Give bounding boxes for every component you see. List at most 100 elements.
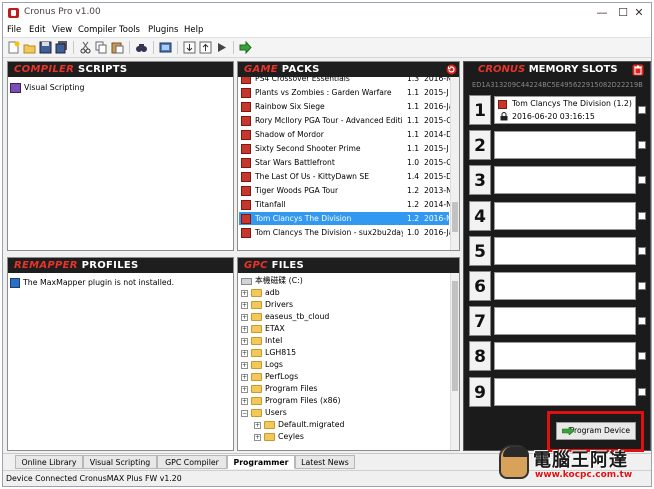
game-pack-scrollbar[interactable] [450,77,459,250]
game-pack-row[interactable]: Tom Clancys The Division - sux2bu2day Ed… [239,226,450,240]
expand-icon[interactable]: + [254,421,261,429]
expand-icon[interactable]: + [241,301,248,309]
menu-edit[interactable]: Edit [29,25,45,35]
tab-gpc-compiler[interactable]: GPC Compiler [157,455,227,469]
expand-icon[interactable]: + [241,361,248,369]
game-pack-row[interactable]: Tom Clancys The Division 1.2 2016-M [239,212,450,226]
tree-folder[interactable]: + adb [241,287,280,299]
refresh-icon[interactable] [446,64,457,75]
open-folder-icon[interactable] [23,41,36,54]
tree-folder[interactable]: + PerfLogs [241,371,298,383]
new-file-icon[interactable] [7,41,20,54]
game-pack-row[interactable]: Shadow of Mordor 1.1 2014-D [239,128,450,142]
device-icon[interactable] [159,41,172,54]
trash-icon[interactable] [632,64,644,76]
expand-icon[interactable]: + [241,385,248,393]
copy-icon[interactable] [95,41,108,54]
close-button[interactable]: ✕ [626,5,652,21]
memory-slot[interactable] [494,378,636,406]
game-pack-row[interactable]: Star Wars Battlefront 1.0 2015-O [239,156,450,170]
upload-icon[interactable] [199,41,212,54]
game-pack-icon [241,102,251,112]
menu-plugins[interactable]: Plugins [148,25,178,35]
menu-help[interactable]: Help [184,25,203,35]
expand-icon[interactable]: + [241,397,248,405]
tree-folder[interactable]: + Intel [241,335,282,347]
menu-file[interactable]: File [7,25,21,35]
tree-folder[interactable]: + Program Files [241,383,317,395]
slot-checkbox[interactable] [638,388,646,396]
tree-subfolder[interactable]: + Default.migrated [254,419,344,431]
memory-slot[interactable] [494,342,636,370]
tree-label: ETAX [265,324,285,333]
collapse-icon[interactable]: − [241,409,248,417]
game-pack-row[interactable]: Plants vs Zombies : Garden Warfare 1.1 201… [239,86,449,100]
game-pack-row[interactable]: Rainbow Six Siege 1.1 2016-Ja [239,100,450,114]
scroll-thumb[interactable] [452,281,458,391]
tree-folder[interactable]: + easeus_tb_cloud [241,311,329,323]
tree-folder[interactable]: − Users [241,407,287,419]
expand-icon[interactable]: + [241,349,248,357]
slot-checkbox[interactable] [638,176,646,184]
find-icon[interactable] [135,41,148,54]
tree-folder[interactable]: + ETAX [241,323,285,335]
menu-view[interactable]: View [52,25,72,35]
memory-slot[interactable] [494,307,636,335]
menu-tools[interactable]: Tools [119,25,140,35]
slot-checkbox[interactable] [638,247,646,255]
expand-icon[interactable]: + [241,289,248,297]
game-pack-row[interactable]: Sixty Second Shooter Prime 1.1 2015-J [239,142,449,156]
memory-slot[interactable] [494,166,636,194]
run-icon[interactable] [215,41,228,54]
memory-slot[interactable] [494,237,636,265]
menu-compiler[interactable]: Compiler [78,25,116,35]
expand-icon[interactable]: + [254,433,261,441]
tree-label: Program Files [265,384,318,393]
tree-folder[interactable]: + Logs [241,359,283,371]
tree-root-drive[interactable]: 本機磁碟 (C:) [241,275,303,287]
memory-slot[interactable]: Tom Clancys The Division (1.2) 2016-06-20… [494,96,636,124]
expand-icon[interactable]: + [241,313,248,321]
expand-icon[interactable]: + [241,373,248,381]
slot-checkbox[interactable] [638,282,646,290]
tab-latest-news[interactable]: Latest News [295,455,355,469]
tree-subfolder[interactable]: + Ceyles [254,431,304,443]
panel-header: REMAPPER PROFILES [8,258,233,273]
game-pack-row[interactable]: Rory McIlory PGA Tour - Advanced Edition… [239,114,450,128]
slot-date: 2016-06-20 03:16:15 [512,112,595,121]
cut-icon[interactable] [79,41,92,54]
game-pack-row[interactable]: The Last Of Us - KittyDawn SE 1.4 2015-D [239,170,450,184]
game-pack-icon [241,130,251,140]
game-pack-row[interactable]: Tiger Woods PGA Tour 1.2 2013-N [239,184,450,198]
game-pack-row[interactable]: Titanfall 1.2 2014-N [239,198,450,212]
memory-slot[interactable] [494,272,636,300]
tree-folder[interactable]: + Drivers [241,299,293,311]
save-icon[interactable] [39,41,52,54]
slot-checkbox[interactable] [638,106,646,114]
paste-icon[interactable] [111,41,124,54]
slot-checkbox[interactable] [638,352,646,360]
save-all-icon[interactable] [55,41,68,54]
tab-online-library[interactable]: Online Library [15,455,83,469]
tree-folder[interactable]: + LGH815 [241,347,296,359]
game-pack-row[interactable]: PS4 Crossover Essentials 1.3 2016-N [239,77,450,86]
folder-icon [251,325,262,333]
program-device-button[interactable]: Program Device [556,422,636,440]
slot-checkbox[interactable] [638,317,646,325]
download-icon[interactable] [183,41,196,54]
slot-checkbox[interactable] [638,212,646,220]
list-item[interactable]: Visual Scripting [10,81,84,95]
memory-slot[interactable] [494,202,636,230]
gpc-files-scrollbar[interactable] [450,273,459,450]
expand-icon[interactable]: + [241,325,248,333]
slot-checkbox[interactable] [638,141,646,149]
scroll-thumb[interactable] [452,202,458,232]
memory-slot[interactable] [494,131,636,159]
tree-folder[interactable]: + Program Files (x86) [241,395,341,407]
tab-programmer[interactable]: Programmer [227,455,295,469]
game-pack-version: 1.1 [407,88,420,97]
expand-icon[interactable]: + [241,337,248,345]
tab-visual-scripting[interactable]: Visual Scripting [83,455,157,469]
program-arrow-icon[interactable] [239,41,252,54]
panel-header: GPC FILES [238,258,459,273]
